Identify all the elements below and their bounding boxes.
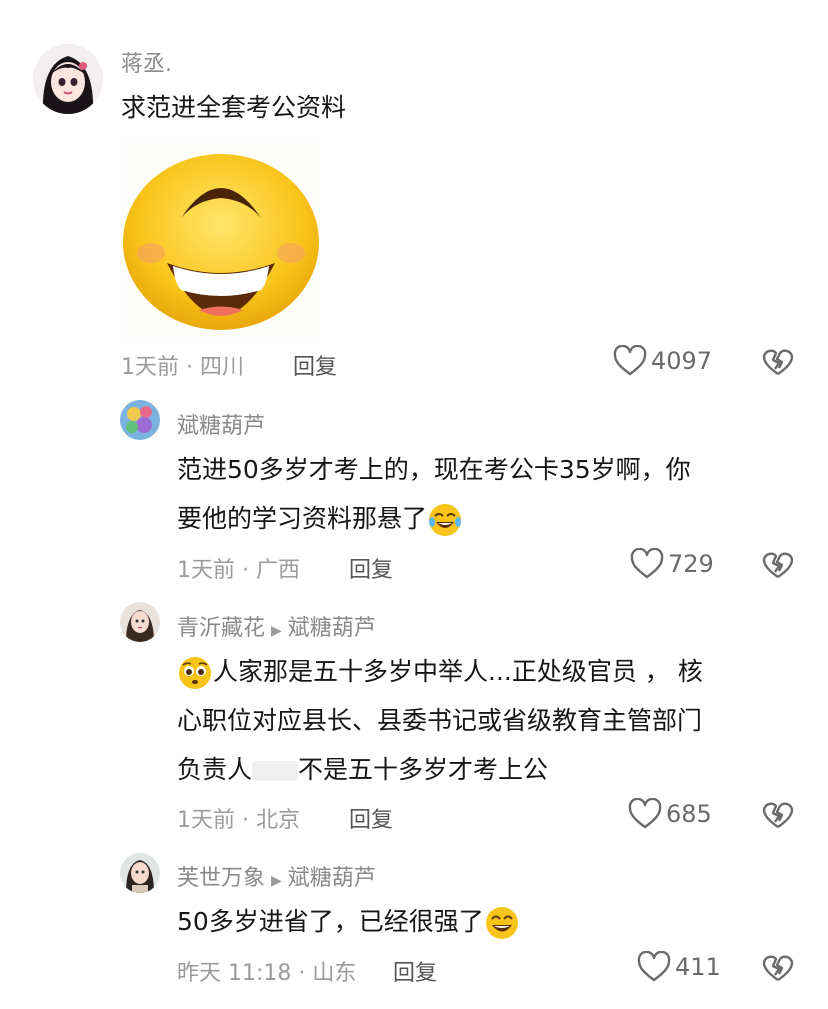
comment-text-line: 要他的学习资料那悬了 [177, 494, 797, 543]
broken-heart-icon [762, 955, 794, 981]
reply-arrow-icon: ▶ [271, 873, 282, 889]
dislike-button[interactable] [762, 347, 794, 381]
like-button[interactable]: 4097 [613, 345, 712, 377]
username[interactable]: 蒋丞. [121, 46, 172, 78]
comment-text-line: 范进50多岁才考上的，现在考公卡35岁啊，你 [177, 455, 691, 484]
avatar[interactable] [120, 400, 160, 440]
comment-text-fragment: 不是五十多岁才考上公 [298, 755, 549, 784]
comment-text: 范进50多岁才考上的，现在考公卡35岁啊，你 要他的学习资料那悬了 [177, 445, 797, 543]
broken-heart-icon [762, 349, 794, 375]
username[interactable]: 芙世万象 [177, 866, 265, 891]
tears-of-joy-emoji [429, 504, 462, 536]
like-button[interactable]: 729 [630, 548, 714, 580]
comment-text-fragment: 要他的学习资料那悬了 [177, 504, 428, 533]
heart-icon [637, 951, 671, 982]
username[interactable]: 青沂藏花 [177, 616, 265, 641]
dislike-button[interactable] [762, 550, 794, 584]
broken-heart-icon [762, 552, 794, 578]
comment-text: 50多岁进省了，已经很强了 [177, 897, 520, 946]
comment-text-line: 人家那是五十多岁中举人...正处级官员 ， 核 [177, 647, 807, 696]
comment-text-fragment: 50多岁进省了，已经很强了 [177, 907, 484, 936]
like-button[interactable]: 411 [637, 951, 721, 983]
like-count: 4097 [651, 347, 713, 375]
location: 北京 [255, 808, 300, 833]
timestamp: 1天前 [177, 558, 235, 583]
comment-text-line: 心职位对应县长、县委书记或省级教育主管部门 [177, 706, 703, 735]
reply-arrow-icon: ▶ [271, 623, 282, 639]
grinning-face-emoji [485, 907, 518, 939]
reply-button[interactable]: 回复 [349, 802, 393, 834]
comment-text-fragment: 负责人 [177, 755, 253, 784]
like-count: 729 [668, 550, 714, 578]
dislike-button[interactable] [762, 800, 794, 834]
reply-to-username[interactable]: 斌糖葫芦 [288, 866, 376, 891]
timestamp: 1天前 [177, 808, 235, 833]
comment-text-fragment: 人家那是五十多岁中举人...正处级官员 ， 核 [213, 657, 703, 686]
comment-meta: 1天前 · 四川 [121, 349, 244, 381]
avatar[interactable] [33, 44, 103, 114]
reply-to-username[interactable]: 斌糖葫芦 [288, 616, 376, 641]
heart-icon [630, 548, 664, 579]
meta-separator: · [235, 808, 256, 833]
heart-icon [628, 798, 662, 829]
meta-separator: · [235, 558, 256, 583]
timestamp: 昨天 11:18 [177, 961, 292, 986]
username-row: 青沂藏花 ▶ 斌糖葫芦 [177, 610, 376, 642]
reply-button[interactable]: 回复 [293, 349, 337, 381]
heart-icon [613, 345, 647, 376]
reply-button[interactable]: 回复 [349, 552, 393, 584]
comment-meta: 1天前 · 北京 [177, 802, 300, 834]
comment-text: 求范进全套考公资料 [121, 93, 347, 122]
like-count: 411 [675, 953, 721, 981]
comment-text: 人家那是五十多岁中举人...正处级官员 ， 核 心职位对应县长、县委书记或省级教… [177, 647, 807, 794]
like-button[interactable]: 685 [628, 798, 712, 830]
redacted-emoji [252, 761, 299, 781]
like-count: 685 [666, 800, 712, 828]
avatar[interactable] [120, 853, 160, 893]
meta-separator: · [179, 355, 200, 380]
username-row: 芙世万象 ▶ 斌糖葫芦 [177, 860, 376, 892]
location: 山东 [312, 961, 357, 986]
comment-meta: 昨天 11:18 · 山东 [177, 955, 356, 987]
comment-meta: 1天前 · 广西 [177, 552, 300, 584]
pleading-face-emoji [179, 657, 211, 689]
dislike-button[interactable] [762, 953, 794, 987]
meta-separator: · [291, 961, 313, 986]
location: 四川 [199, 355, 244, 380]
broken-heart-icon [762, 802, 794, 828]
username[interactable]: 斌糖葫芦 [177, 408, 265, 440]
reply-button[interactable]: 回复 [393, 955, 437, 987]
timestamp: 1天前 [121, 355, 179, 380]
comment-text-line: 负责人 不是五十多岁才考上公 [177, 745, 807, 794]
location: 广西 [255, 558, 300, 583]
avatar[interactable] [120, 602, 160, 642]
laughing-face-sticker[interactable] [121, 138, 321, 338]
